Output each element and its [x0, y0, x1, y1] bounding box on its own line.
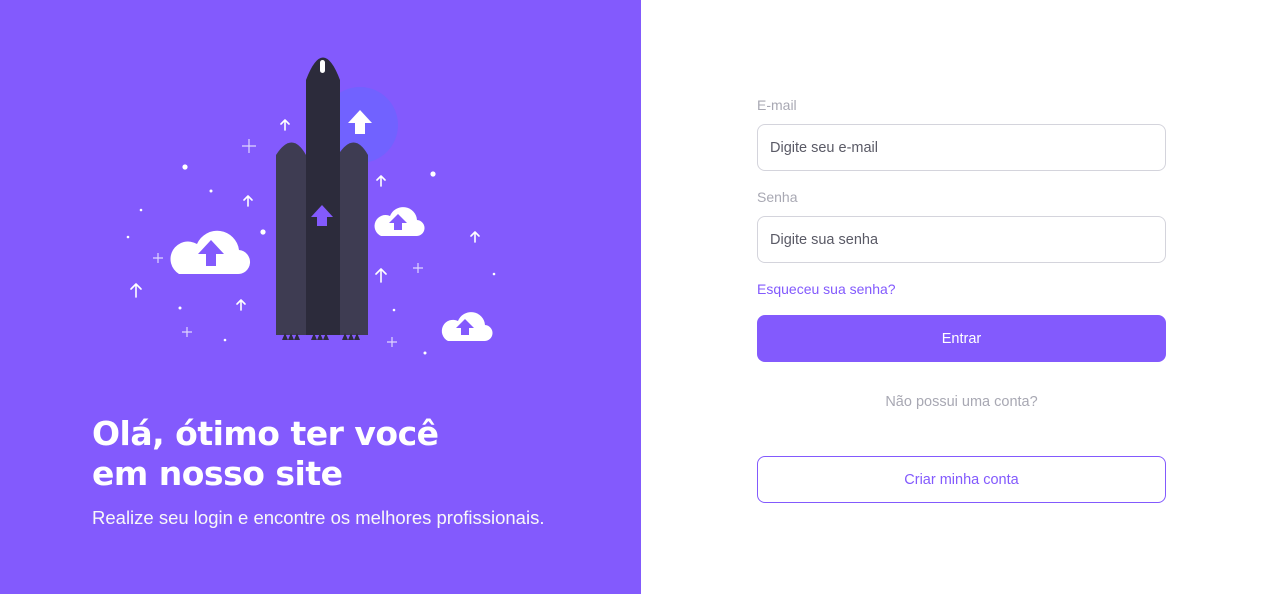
forgot-password-link[interactable]: Esqueceu sua senha? — [757, 281, 896, 297]
hero-title-line-2: em nosso site — [92, 454, 343, 493]
email-label: E-mail — [757, 97, 797, 113]
hero-title-line-1: Olá, ótimo ter você — [92, 414, 439, 453]
rocket-illustration — [126, 57, 496, 355]
no-account-text: Não possui uma conta? — [885, 394, 1038, 410]
email-field[interactable] — [757, 124, 1166, 171]
hero-title: Olá, ótimo ter você em nosso site — [92, 414, 592, 494]
cloud-upload-icon — [441, 312, 493, 342]
cloud-upload-icon — [170, 230, 251, 275]
password-label: Senha — [757, 189, 798, 205]
login-form: E-mail Senha Esqueceu sua senha? Entrar … — [757, 0, 1166, 594]
create-account-button[interactable]: Criar minha conta — [757, 456, 1166, 503]
hero-panel: Olá, ótimo ter você em nosso site Realiz… — [0, 0, 641, 594]
cloud-upload-icon — [374, 207, 425, 237]
hero-subtitle: Realize seu login e encontre os melhores… — [92, 507, 545, 528]
password-field[interactable] — [757, 216, 1166, 263]
login-button[interactable]: Entrar — [757, 315, 1166, 362]
